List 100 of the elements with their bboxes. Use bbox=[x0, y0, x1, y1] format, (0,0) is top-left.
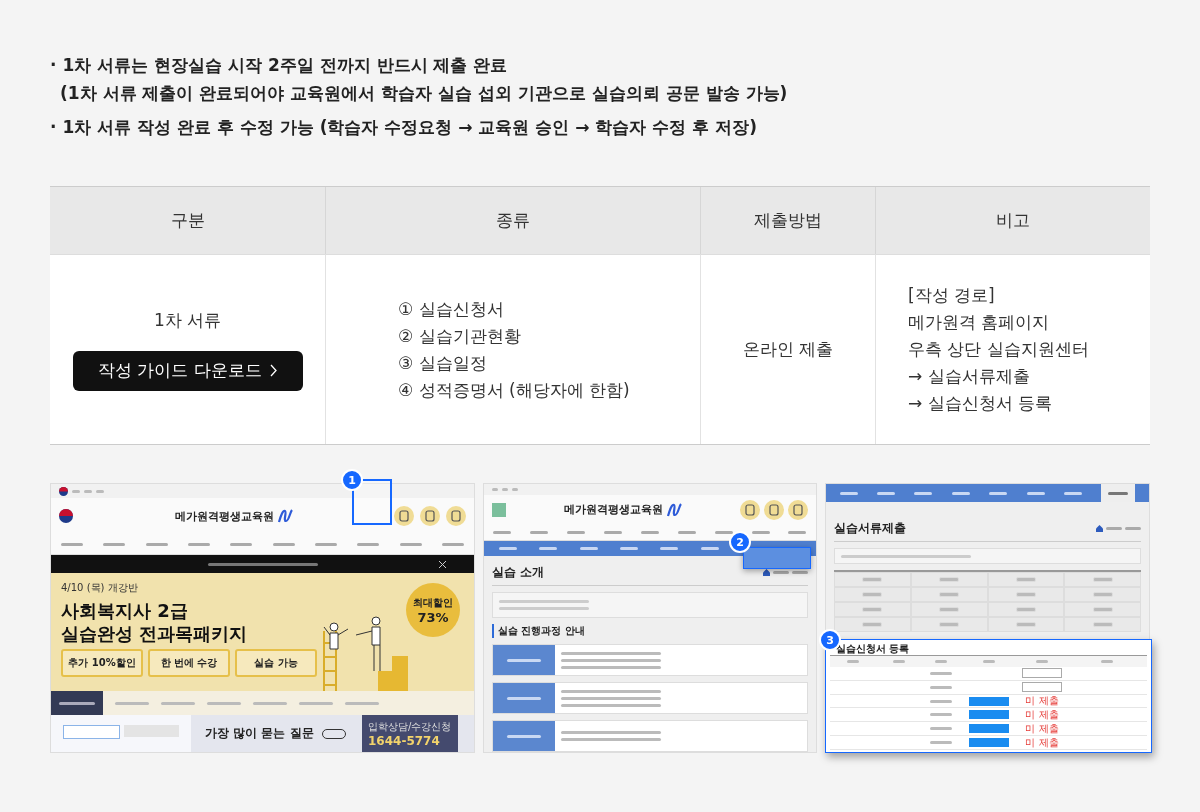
text-line bbox=[441, 542, 464, 546]
guide-download-button[interactable]: 작성 가이드 다운로드 bbox=[72, 350, 303, 391]
text-line bbox=[1092, 577, 1113, 582]
text-line bbox=[492, 488, 498, 492]
site-logo-text: 메가원격평생교육원 bbox=[174, 508, 274, 524]
text-line bbox=[499, 547, 518, 551]
text-line bbox=[345, 701, 379, 705]
text-line bbox=[983, 660, 995, 663]
text-line bbox=[847, 660, 859, 663]
banner-title: 실습완성 전과목패키지 bbox=[61, 622, 249, 645]
category-text: 1차 서류 bbox=[153, 308, 222, 332]
text-line bbox=[640, 530, 659, 534]
text-line bbox=[939, 622, 960, 627]
text-line bbox=[1100, 660, 1113, 663]
banner-date: 4/10 (목) 개강반 bbox=[61, 581, 139, 595]
text-line bbox=[1092, 592, 1113, 597]
status-text: 미 제출 bbox=[1025, 736, 1059, 749]
text-line bbox=[512, 488, 518, 492]
text-line bbox=[930, 671, 952, 675]
text-line bbox=[493, 530, 512, 534]
text-line bbox=[1015, 577, 1036, 582]
text-line bbox=[935, 660, 947, 663]
text-line bbox=[877, 491, 896, 495]
text-line bbox=[660, 547, 679, 551]
text-line bbox=[230, 542, 253, 546]
text-line bbox=[59, 701, 95, 705]
active-tab[interactable] bbox=[51, 691, 103, 715]
text-line bbox=[1026, 491, 1045, 495]
remark-line: → 실습서류제출 bbox=[908, 365, 1031, 388]
text-line bbox=[1015, 622, 1036, 627]
emblem-icon bbox=[59, 509, 73, 523]
text-line bbox=[61, 542, 84, 546]
text-line bbox=[507, 658, 541, 662]
logo-swoosh-icon bbox=[666, 502, 682, 517]
login-tab[interactable] bbox=[63, 725, 120, 739]
column-header: 종류 bbox=[325, 187, 700, 254]
register-button[interactable] bbox=[969, 724, 1009, 734]
text-line bbox=[103, 542, 126, 546]
text-line bbox=[507, 734, 541, 738]
text-line bbox=[314, 542, 337, 546]
status-text: 미 제출 bbox=[1025, 695, 1059, 708]
text-line bbox=[930, 685, 952, 689]
remark-line: 우측 상단 실습지원센터 bbox=[908, 338, 1090, 361]
text-line bbox=[1063, 491, 1082, 495]
discount-value: 73% bbox=[417, 609, 449, 625]
service-icon bbox=[764, 499, 784, 520]
text-line bbox=[530, 530, 549, 534]
text-line bbox=[930, 727, 952, 731]
document-item: ③ 실습일정 bbox=[398, 351, 488, 375]
text-line bbox=[579, 547, 598, 551]
notice-text: (1차 서류 제출이 완료되어야 교육원에서 학습자 실습 섭외 기관으로 실습의뢰 공문 발송 가능) bbox=[59, 82, 789, 105]
logo-swoosh-icon bbox=[276, 509, 293, 523]
service-icon bbox=[788, 499, 808, 520]
text-line bbox=[272, 542, 295, 546]
text-line bbox=[567, 530, 586, 534]
register-button[interactable] bbox=[969, 710, 1009, 720]
document-item: ④ 성적증명서 (해당자에 한함) bbox=[398, 378, 631, 402]
close-icon[interactable] bbox=[439, 560, 446, 568]
confirm-button[interactable] bbox=[1022, 682, 1062, 693]
text-line bbox=[161, 701, 195, 705]
home-icon bbox=[1096, 525, 1103, 532]
column-header: 비고 bbox=[875, 187, 1150, 254]
text-line bbox=[930, 699, 952, 703]
text-line bbox=[1015, 607, 1036, 612]
text-line bbox=[893, 660, 905, 663]
register-button[interactable] bbox=[969, 696, 1009, 706]
text-line bbox=[1106, 527, 1122, 530]
contact-label: 입학상담/수강신청 bbox=[368, 719, 453, 734]
text-line bbox=[1036, 660, 1048, 663]
remark-line: 메가원격 홈페이지 bbox=[908, 311, 1051, 334]
text-line bbox=[751, 530, 770, 534]
text-line bbox=[714, 530, 733, 534]
text-line bbox=[604, 530, 623, 534]
benefit-badge: 한 번에 수강 bbox=[148, 649, 230, 677]
text-line bbox=[399, 542, 422, 546]
register-button[interactable] bbox=[969, 738, 1009, 748]
highlight-frame bbox=[743, 547, 811, 569]
status-text: 미 제출 bbox=[1025, 722, 1059, 735]
column-header: 구분 bbox=[50, 187, 325, 254]
text-line bbox=[700, 547, 719, 551]
text-line bbox=[1015, 592, 1036, 597]
text-line bbox=[788, 530, 807, 534]
faq-title: 가장 많이 묻는 질문 bbox=[205, 725, 314, 742]
text-line bbox=[1108, 491, 1129, 495]
benefit-badge: 추가 10%할인 bbox=[61, 649, 143, 677]
text-line bbox=[1092, 622, 1113, 627]
text-line bbox=[862, 577, 883, 582]
text-line bbox=[253, 701, 287, 705]
text-line bbox=[862, 607, 883, 612]
text-line bbox=[539, 547, 558, 551]
confirm-button[interactable] bbox=[1022, 668, 1062, 679]
service-icon bbox=[446, 506, 466, 526]
qr-code-icon bbox=[492, 502, 506, 517]
page-title: 실습서류제출 bbox=[834, 520, 906, 537]
service-icon bbox=[394, 506, 414, 526]
remark-line: → 실습신청서 등록 bbox=[908, 392, 1054, 415]
column-header: 제출방법 bbox=[700, 187, 875, 254]
service-icon bbox=[740, 499, 760, 520]
benefit-badge: 실습 가능 bbox=[235, 649, 317, 677]
text-line bbox=[72, 489, 80, 493]
